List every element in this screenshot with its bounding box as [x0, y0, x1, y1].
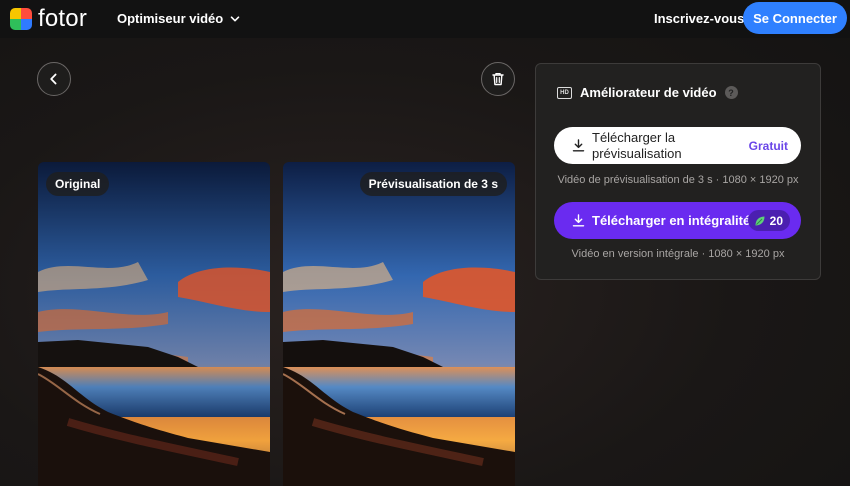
chevron-down-icon: [230, 15, 240, 21]
trash-icon: [492, 72, 504, 86]
download-icon: [572, 214, 585, 227]
sunset-landscape-image: [283, 162, 515, 486]
panel-title-text: Améliorateur de vidéo: [580, 85, 717, 100]
back-arrow-icon: [50, 73, 57, 85]
top-navbar: fotor Optimiseur vidéo Inscrivez-vous Se…: [0, 0, 850, 38]
help-icon[interactable]: ?: [724, 86, 738, 99]
download-full-button[interactable]: Télécharger en intégralité 20: [554, 202, 801, 239]
fotor-logo[interactable]: fotor: [10, 7, 87, 31]
preview-duration-tag: Prévisualisation de 3 s: [359, 172, 507, 196]
original-tag: Original: [46, 172, 110, 196]
tool-menu-label: Optimiseur vidéo: [117, 11, 224, 26]
free-badge: Gratuit: [748, 139, 788, 153]
download-icon: [572, 139, 585, 152]
fotor-logo-icon: [10, 8, 32, 30]
enhanced-video-preview: Prévisualisation de 3 s: [283, 162, 515, 486]
preview-info-text: Vidéo de prévisualisation de 3 s · 1080 …: [557, 174, 799, 186]
credit-cost-value: 20: [769, 213, 783, 228]
original-video-preview: Original: [38, 162, 270, 486]
leaf-credit-icon: [755, 216, 765, 225]
delete-button[interactable]: [481, 62, 515, 96]
tool-menu-dropdown[interactable]: Optimiseur vidéo: [117, 11, 240, 26]
hd-icon: HD: [557, 86, 572, 99]
logo-text: fotor: [38, 5, 88, 32]
signup-link[interactable]: Inscrivez-vous: [654, 11, 744, 26]
credit-cost-badge: 20: [747, 210, 790, 231]
download-full-label: Télécharger en intégralité: [592, 213, 751, 228]
back-button[interactable]: [37, 62, 71, 96]
download-preview-button[interactable]: Télécharger la prévisualisation Gratuit: [554, 127, 801, 164]
panel-title: HD Améliorateur de vidéo ?: [557, 85, 738, 100]
sunset-landscape-image: [38, 162, 270, 486]
download-preview-label: Télécharger la prévisualisation: [592, 130, 682, 161]
login-button[interactable]: Se Connecter: [743, 2, 847, 34]
video-enhancer-panel: HD Améliorateur de vidéo ? Télécharger l…: [535, 63, 821, 280]
full-info-text: Vidéo en version intégrale · 1080 × 1920…: [571, 248, 785, 260]
